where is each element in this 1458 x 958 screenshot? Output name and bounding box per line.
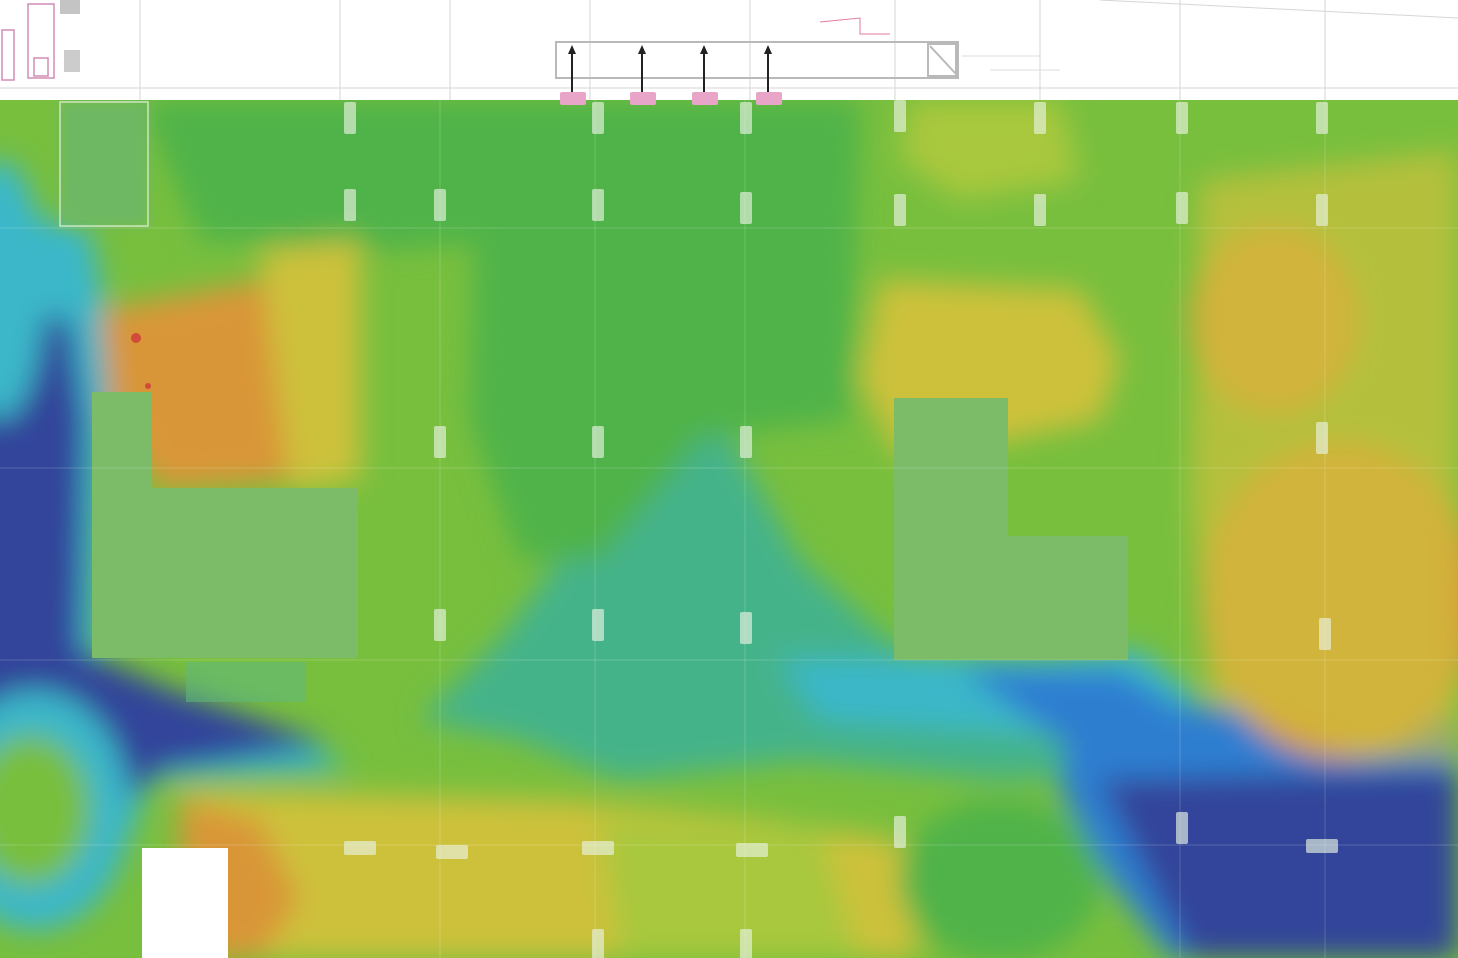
column-marker <box>436 845 468 859</box>
column-marker <box>592 189 604 221</box>
column-marker <box>1316 194 1328 226</box>
column-marker <box>894 194 906 226</box>
column-marker <box>1306 839 1338 853</box>
column-marker <box>344 102 356 134</box>
column-marker <box>736 843 768 857</box>
room-block-bottom-left <box>142 848 228 958</box>
floorplan-heatmap <box>0 0 1458 958</box>
column-marker <box>434 609 446 641</box>
column-marker <box>1176 812 1188 844</box>
column-marker <box>592 609 604 641</box>
column-marker <box>740 192 752 224</box>
room-block-right <box>894 398 1008 660</box>
access-point-pad <box>630 92 656 105</box>
column-marker <box>1316 422 1328 454</box>
column-marker <box>740 426 752 458</box>
column-marker <box>894 100 906 132</box>
column-marker <box>740 929 752 958</box>
room-block-left <box>92 488 358 658</box>
column-marker <box>1176 192 1188 224</box>
column-marker <box>894 816 906 848</box>
column-marker <box>592 102 604 134</box>
room-block-right-lower <box>1004 536 1128 660</box>
column-marker <box>592 929 604 958</box>
access-point-pad <box>756 92 782 105</box>
column-marker <box>592 426 604 458</box>
column-marker <box>344 189 356 221</box>
column-marker <box>434 189 446 221</box>
column-marker <box>1176 102 1188 134</box>
column-marker <box>582 841 614 855</box>
room-block-left-upper <box>92 392 152 492</box>
access-point-pad <box>560 92 586 105</box>
column-marker <box>740 612 752 644</box>
column-marker <box>1319 618 1331 650</box>
access-point-pad <box>692 92 718 105</box>
column-marker <box>740 102 752 134</box>
signal-heatmap <box>0 100 1458 958</box>
column-marker <box>344 841 376 855</box>
column-marker <box>1034 102 1046 134</box>
column-marker <box>1034 194 1046 226</box>
floorplan-header-strip <box>0 0 1458 100</box>
column-marker <box>434 426 446 458</box>
room-blocks <box>60 102 148 226</box>
column-marker <box>1316 102 1328 134</box>
